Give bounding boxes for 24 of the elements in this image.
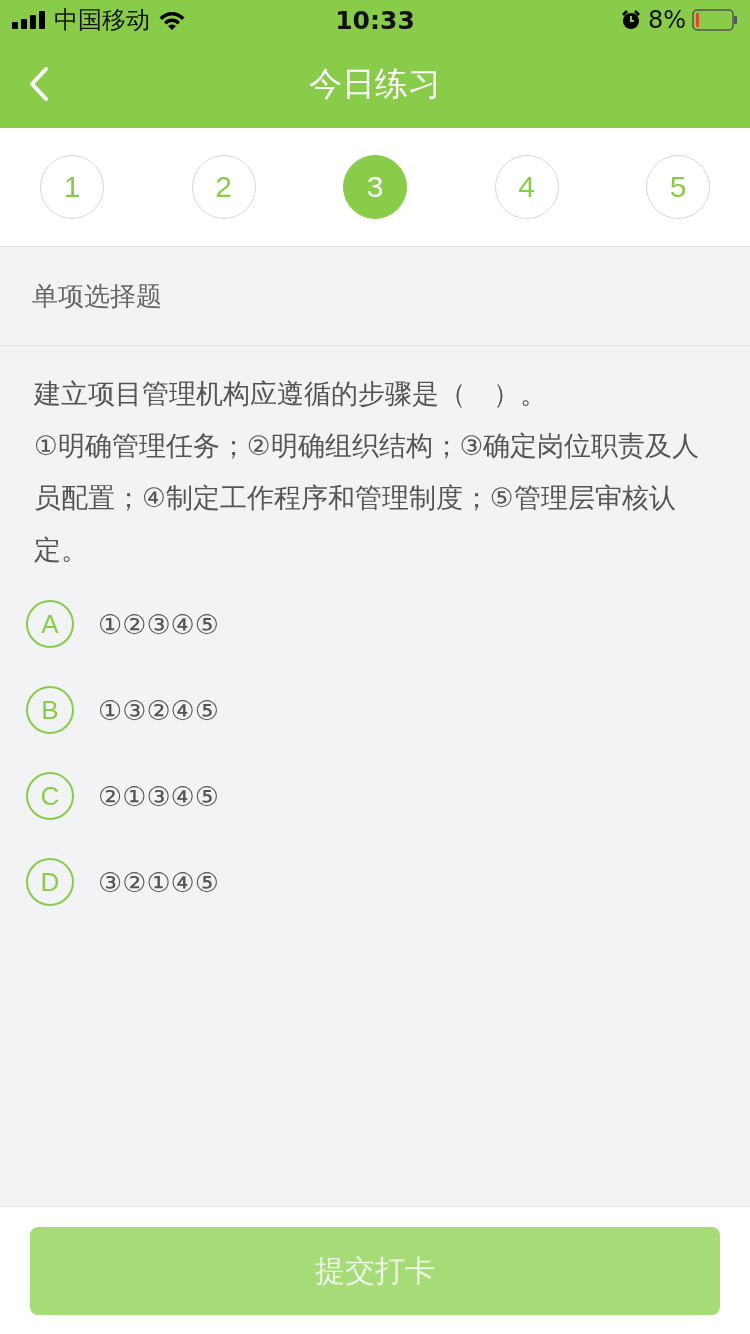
option-text[interactable]: ①③②④⑤ [98,694,220,726]
option-letter[interactable]: C [26,772,74,820]
option-letter[interactable]: D [26,858,74,906]
carrier-name: 中国移动 [54,5,150,36]
question-text: ①明确管理任务；②明确组织结构；③确定岗位职责及人员配置；④制定工作程序和管理制度；⑤管理层审核认定。 [34,429,701,567]
option-text[interactable]: ②①③④⑤ [98,780,220,812]
signal-icon [12,11,46,29]
question-number[interactable]: 5 [646,155,710,219]
option-text[interactable]: ①②③④⑤ [98,608,220,640]
question-number[interactable]: 2 [191,155,256,219]
clock-time: 10:33 [335,5,415,35]
wifi-icon [158,10,186,30]
battery-icon [692,9,738,31]
option-text[interactable]: ③②①④⑤ [98,866,220,898]
question-number[interactable]: 3 [343,155,407,219]
page-title: 今日练习 [309,62,441,105]
question-number[interactable]: 4 [494,155,559,219]
battery-percent: 8% [647,6,686,34]
question-text: 建立项目管理机构应遵循的步骤是（ ）。 [34,377,548,411]
question-type: 单项选择题 [32,279,162,313]
back-icon[interactable] [28,66,50,102]
option-letter[interactable]: B [26,686,74,734]
question-number[interactable]: 1 [40,155,104,219]
option-letter[interactable]: A [26,600,74,648]
